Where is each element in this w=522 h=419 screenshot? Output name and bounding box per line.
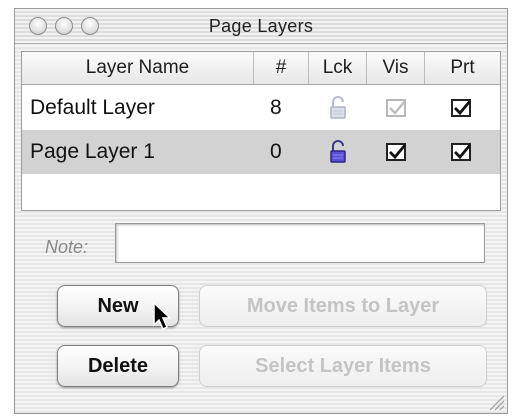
- title-bar[interactable]: Page Layers: [15, 9, 507, 44]
- delete-button[interactable]: Delete: [57, 345, 179, 387]
- column-header-visible[interactable]: Vis: [367, 52, 425, 84]
- layers-table: Layer Name # Lck Vis Prt Default Layer 8: [21, 51, 501, 211]
- visible-checkbox[interactable]: [386, 99, 406, 117]
- table-header: Layer Name # Lck Vis Prt: [22, 52, 500, 85]
- select-layer-items-button[interactable]: Select Layer Items: [199, 345, 487, 387]
- column-header-print[interactable]: Prt: [425, 52, 500, 84]
- layer-item-count: 0: [270, 140, 282, 163]
- window-title: Page Layers: [208, 16, 314, 36]
- lock-icon[interactable]: [329, 140, 347, 164]
- move-items-to-layer-button[interactable]: Move Items to Layer: [199, 285, 487, 327]
- layer-name: Page Layer 1: [30, 140, 155, 163]
- page-layers-window: Page Layers Layer Name # Lck Vis Prt Def…: [14, 8, 508, 414]
- layer-name: Default Layer: [30, 96, 155, 119]
- table-row[interactable]: Default Layer 8: [22, 86, 500, 130]
- table-row[interactable]: Page Layer 1 0: [22, 130, 500, 174]
- print-checkbox[interactable]: [451, 143, 472, 161]
- resize-grip-icon[interactable]: [485, 391, 505, 411]
- lock-icon[interactable]: [329, 96, 347, 120]
- column-header-lock[interactable]: Lck: [309, 52, 367, 84]
- print-checkbox[interactable]: [451, 99, 472, 117]
- arrow-cursor-icon: [153, 301, 172, 331]
- column-header-count[interactable]: #: [254, 52, 309, 84]
- note-field[interactable]: [115, 223, 485, 263]
- note-label: Note:: [45, 237, 89, 257]
- column-header-layer-name[interactable]: Layer Name: [22, 52, 254, 84]
- layer-item-count: 8: [270, 96, 282, 119]
- visible-checkbox[interactable]: [386, 143, 407, 161]
